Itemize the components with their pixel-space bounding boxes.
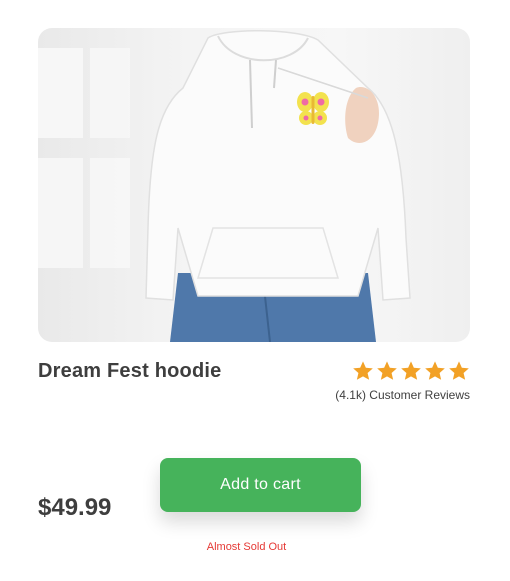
star-icon [425,361,445,380]
review-count[interactable]: (4.1k) Customer Reviews [335,388,470,402]
product-card: Dream Fest hoodie (4.1k) Customer Review… [0,0,510,581]
product-price: $49.99 [38,494,112,521]
product-image[interactable] [38,28,470,342]
product-rating: (4.1k) Customer Reviews [335,360,470,402]
product-title: Dream Fest hoodie [38,360,222,382]
star-icon [377,361,397,380]
star-icon [401,361,421,380]
star-icon [353,361,373,380]
star-icon [449,361,469,380]
add-to-cart-button[interactable]: Add to cart [160,458,361,512]
stock-status: Almost Sold Out [206,541,287,553]
rating-stars [335,360,470,382]
